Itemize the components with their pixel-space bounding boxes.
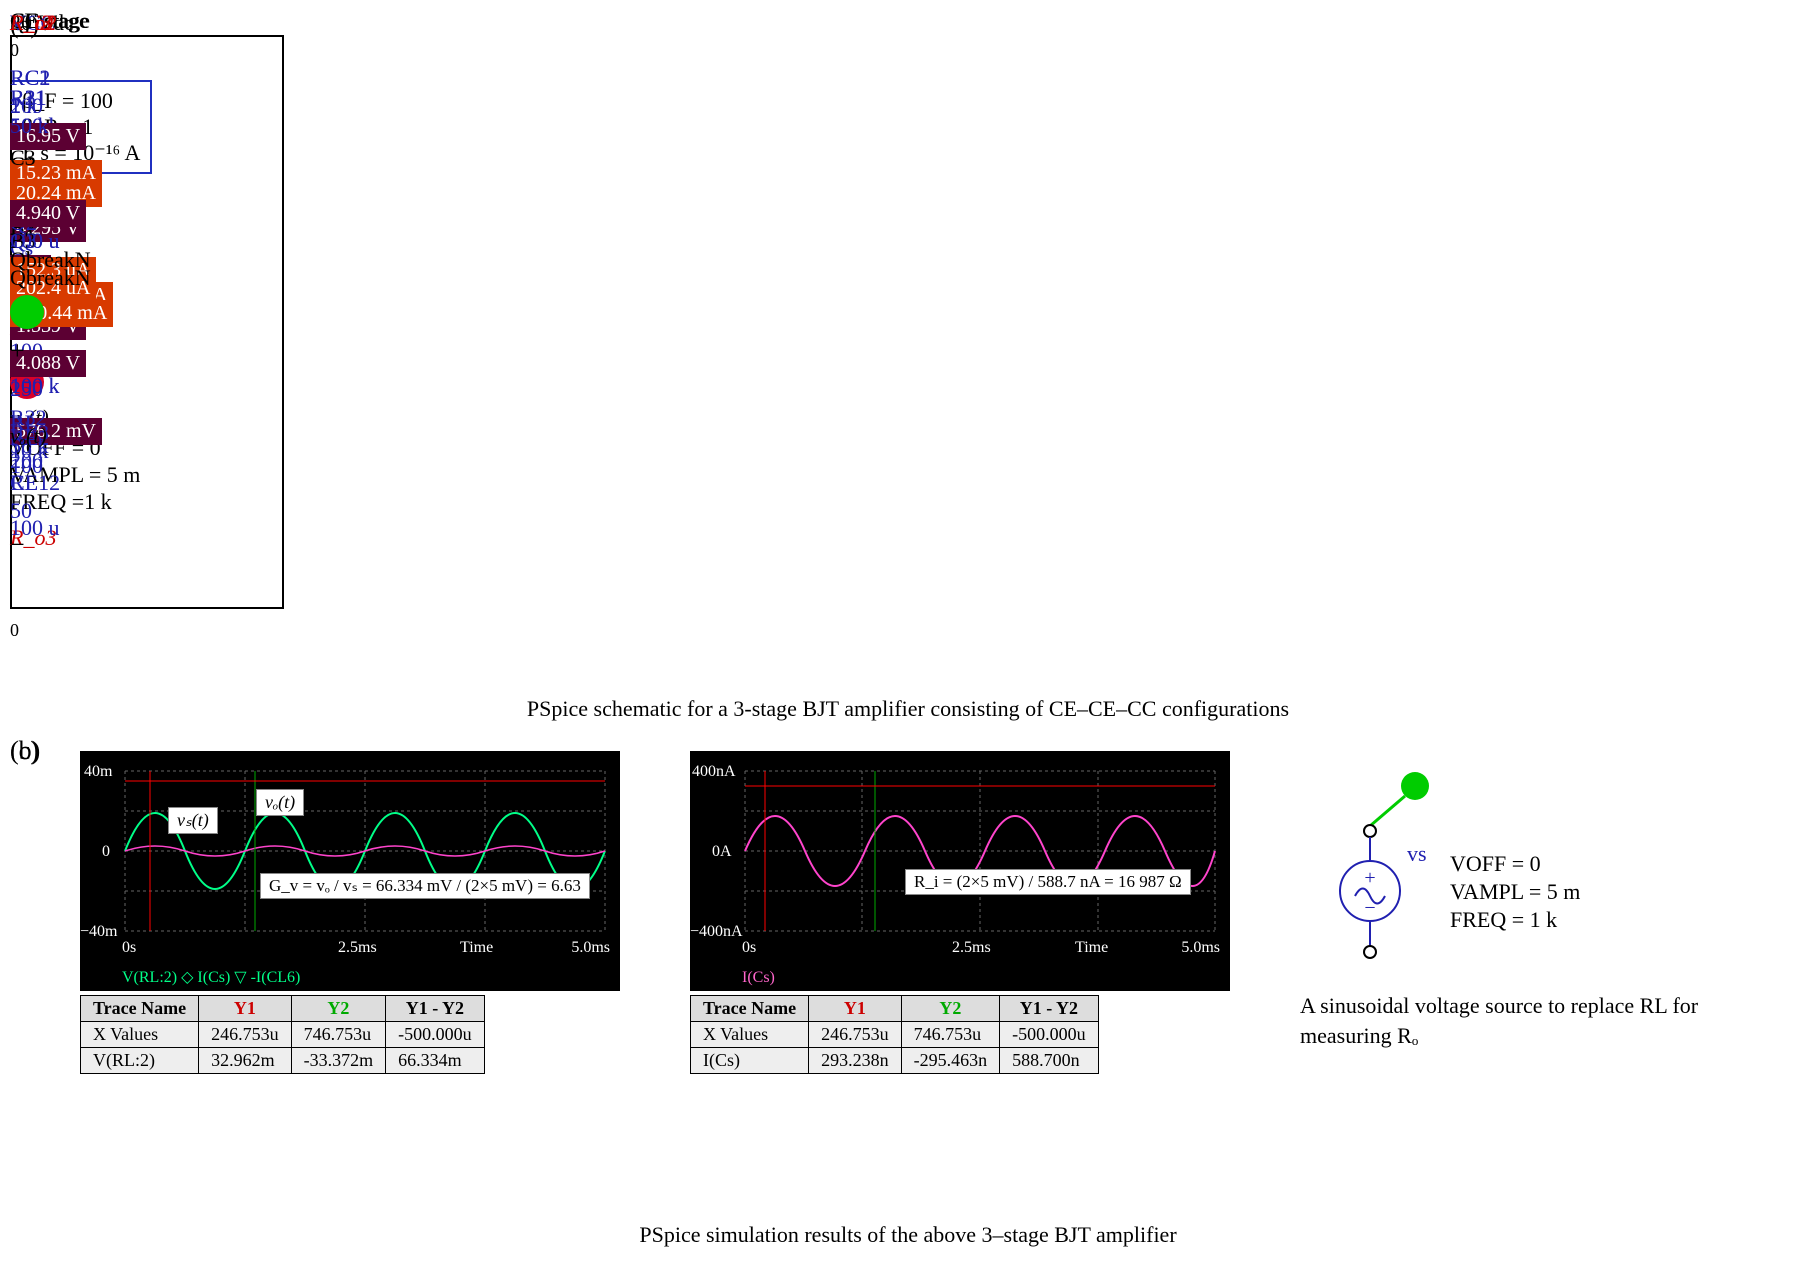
ground-zero: 0 [10, 620, 19, 641]
s2-r2c3: -295.463n [901, 1048, 1000, 1074]
s2-r1c3: 746.753u [901, 1022, 1000, 1048]
s1-r2c1: V(RL:2) [81, 1048, 199, 1074]
scope2-screen: 400nA 0A −400nA 0s 2.5ms 5.0ms Time I(Cs… [690, 751, 1230, 991]
s2-xlabel: Time [1075, 939, 1108, 957]
s2-r2c2: 293.238n [809, 1048, 902, 1074]
s1-x3: 5.0ms [571, 939, 610, 957]
s1-r2c4: 66.334m [386, 1048, 485, 1074]
s2-h3: Y2 [901, 996, 1000, 1022]
s1-h1: Trace Name [81, 996, 199, 1022]
c3-node: C3 [10, 145, 36, 171]
s2-eq: R_i = (2×5 mV) / 588.7 nA = 16 987 Ω [905, 869, 1191, 895]
s2-r1c1: X Values [691, 1022, 809, 1048]
s1-r1c4: -500.000u [386, 1022, 485, 1048]
s1-ymin: −40m [80, 923, 117, 941]
caption-a: PSpice schematic for a 3-stage BJT ampli… [10, 696, 1796, 722]
s2-r2c4: 588.700n [1000, 1048, 1099, 1074]
c-voff: VOFF = 0 [1450, 851, 1541, 877]
s2-r1c4: -500.000u [1000, 1022, 1099, 1048]
s2-r1c2: 246.753u [809, 1022, 902, 1048]
vb3: 4.940 V [10, 200, 86, 227]
s1-vs-overlay: vₛ(t) [168, 807, 218, 834]
s1-x1: 0s [122, 939, 136, 957]
vo-plus: + [10, 336, 25, 366]
ri3-label: R_i3 [10, 10, 52, 36]
s2-yzero: 0A [712, 843, 732, 861]
caption-b: PSpice simulation results of the above 3… [10, 1222, 1796, 1248]
s1-r1c2: 246.753u [199, 1022, 292, 1048]
c-vampl: VAMPL = 5 m [1450, 879, 1580, 905]
s2-legend: I(Cs) [742, 969, 775, 987]
s1-r2c2: 32.962m [199, 1048, 292, 1074]
s1-h2: Y1 [199, 996, 292, 1022]
s1-r1c1: X Values [81, 1022, 199, 1048]
probe-output-icon [10, 295, 44, 329]
scope1-table: Trace Name Y1 Y2 Y1 - Y2 X Values 246.75… [80, 995, 485, 1074]
scope1: 40m 0 −40m 0s 2.5ms 5.0ms Time V(RL:2) ◇… [80, 751, 620, 1074]
s1-x2: 2.5ms [338, 939, 377, 957]
s2-ymax: 400nA [692, 763, 736, 781]
s1-h3: Y2 [291, 996, 386, 1022]
vo-label: vₒ(t) [10, 423, 47, 449]
svg-text:+: + [1364, 867, 1375, 889]
vo-minus: − [10, 530, 25, 560]
s2-h1: Trace Name [691, 996, 809, 1022]
re12-val: 50 [10, 498, 32, 524]
simulation-panel: (b) (c) [10, 736, 1770, 1216]
part-c-label: (c) [10, 736, 39, 766]
s1-ymax: 40m [84, 763, 112, 781]
s2-h2: Y1 [809, 996, 902, 1022]
scope1-screen: 40m 0 −40m 0s 2.5ms 5.0ms Time V(RL:2) ◇… [80, 751, 620, 991]
r31-name: R31 [10, 85, 47, 111]
s1-r1c3: 746.753u [291, 1022, 386, 1048]
c-freq: FREQ = 1 k [1450, 907, 1557, 933]
s1-eq: G_v = vₒ / vₛ = 66.334 mV / (2×5 mV) = 6… [260, 873, 590, 899]
s1-r2c3: -33.372m [291, 1048, 386, 1074]
s1-yzero: 0 [102, 843, 110, 861]
s1-h4: Y1 - Y2 [386, 996, 485, 1022]
s2-x2: 2.5ms [952, 939, 991, 957]
s2-ymin: −400nA [690, 923, 743, 941]
q3-model: QbreakN [10, 265, 91, 291]
r31-val: 50 k [10, 113, 49, 139]
s1-xlabel: Time [460, 939, 493, 957]
s1-vo-overlay: vₒ(t) [256, 789, 304, 816]
c-vs: vs [1407, 841, 1427, 867]
s2-x3: 5.0ms [1181, 939, 1220, 957]
scope2-table: Trace Name Y1 Y2 Y1 - Y2 X Values 246.75… [690, 995, 1099, 1074]
s2-x1: 0s [742, 939, 756, 957]
caption-c: A sinusoidal voltage source to replace R… [1300, 991, 1720, 1050]
s2-r2c1: I(Cs) [691, 1048, 809, 1074]
q3-name: Q3 [10, 228, 37, 254]
svg-text:−: − [1364, 897, 1375, 919]
scope2: 400nA 0A −400nA 0s 2.5ms 5.0ms Time I(Cs… [690, 751, 1230, 1074]
s1-legend: V(RL:2) ◇ I(Cs) ▽ -I(CL6) [122, 967, 300, 987]
schematic-panel: (a) β_F = 100 β_R = 1 I_s = 10⁻¹⁶ A 20 V… [10, 10, 1770, 690]
s2-h4: Y1 - Y2 [1000, 996, 1099, 1022]
